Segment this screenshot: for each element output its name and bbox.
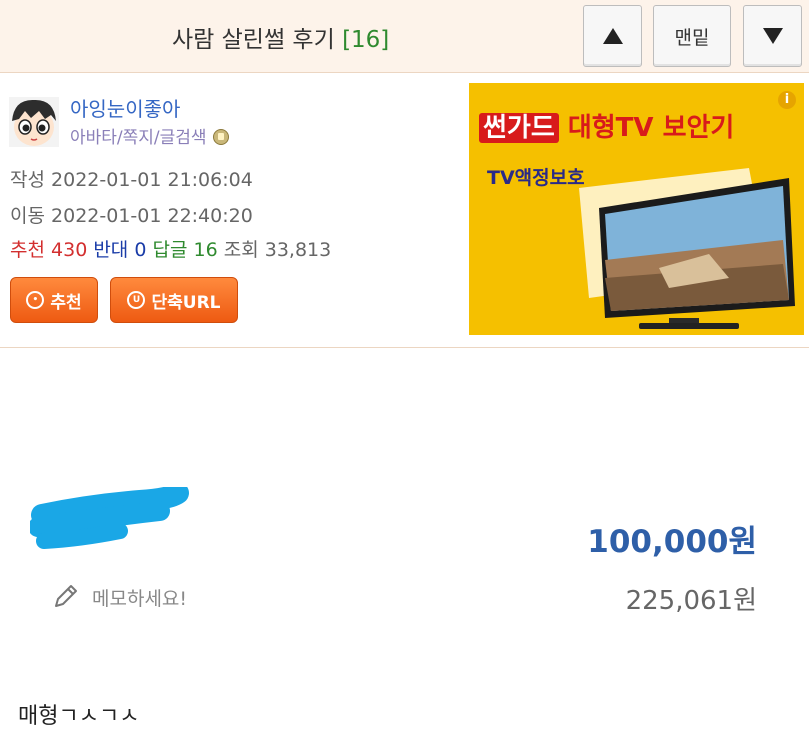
move-time: 2022-01-01 22:40:20 [51,205,253,227]
go-bottom-button[interactable]: 맨밑 [653,5,731,67]
view-label: 조회 [223,239,259,261]
price-main: 100,000원 [587,524,757,560]
memo-placeholder: 메모하세요! [92,588,188,610]
oppose-label: 반대 [93,239,129,261]
tv-protector-ad[interactable]: i 썬가드 대형TV 보안기 TV액정보호 [469,83,804,335]
url-circle-icon: U [127,291,146,309]
post-title-text: 사람 살린썰 후기 [172,27,335,53]
move-time-line: 이동 2022-01-01 22:40:20 [10,201,253,228]
write-time-line: 작성 2022-01-01 21:06:04 [10,165,253,192]
pencil-icon [55,585,77,607]
tv-image [579,168,795,329]
scroll-up-button[interactable] [583,5,642,67]
triangle-down-icon [762,28,783,44]
memo-field[interactable]: 메모하세요! [52,582,187,611]
ad-headline-text: 대형TV 보안기 [567,113,735,143]
author-links[interactable]: 아바타/쪽지/글검색 [70,123,229,148]
recommend-button[interactable]: • 추천 [10,277,98,323]
ad-headline: 썬가드 대형TV 보안기 [479,107,734,144]
comment-count[interactable]: [16] [342,27,389,53]
recommend-button-label: 추천 [50,292,82,313]
price-sub: 225,061원 [625,586,757,616]
recommend-count: 430 [51,239,88,261]
avatar[interactable] [9,97,59,147]
scroll-down-button[interactable] [743,5,802,67]
author-links-text[interactable]: 아바타/쪽지/글검색 [70,128,207,148]
oppose-count: 0 [134,239,147,261]
write-label: 작성 [10,169,45,191]
triangle-up-icon [602,28,623,44]
post-info-panel: 아잉눈이좋아 아바타/쪽지/글검색 작성 2022-01-01 21:06:04… [0,73,809,348]
post-body-text: 매형ㄱㅅㄱㅅ [18,704,140,729]
info-icon[interactable]: i [778,91,796,109]
post-header: 사람 살린썰 후기 [16] 맨밑 [0,0,809,73]
write-time: 2022-01-01 21:06:04 [51,169,253,191]
move-label: 이동 [10,205,45,227]
post-stats-line: 추천 430 반대 0 답글 16 조회 33,813 [10,235,331,262]
view-count: 33,813 [264,239,332,261]
recommend-circle-icon: • [26,291,45,309]
post-title: 사람 살린썰 후기 [16] [172,20,389,54]
recommend-label: 추천 [10,239,45,261]
author-nickname[interactable]: 아잉눈이좋아 [70,93,180,122]
short-url-button[interactable]: U 단축URL [110,277,238,323]
short-url-button-label: 단축URL [151,292,221,313]
reply-label: 답글 [152,239,188,261]
redacted-scribble [30,487,189,549]
reply-count: 16 [193,239,218,261]
member-badge-icon [212,129,229,145]
ad-brand: 썬가드 [479,113,559,143]
